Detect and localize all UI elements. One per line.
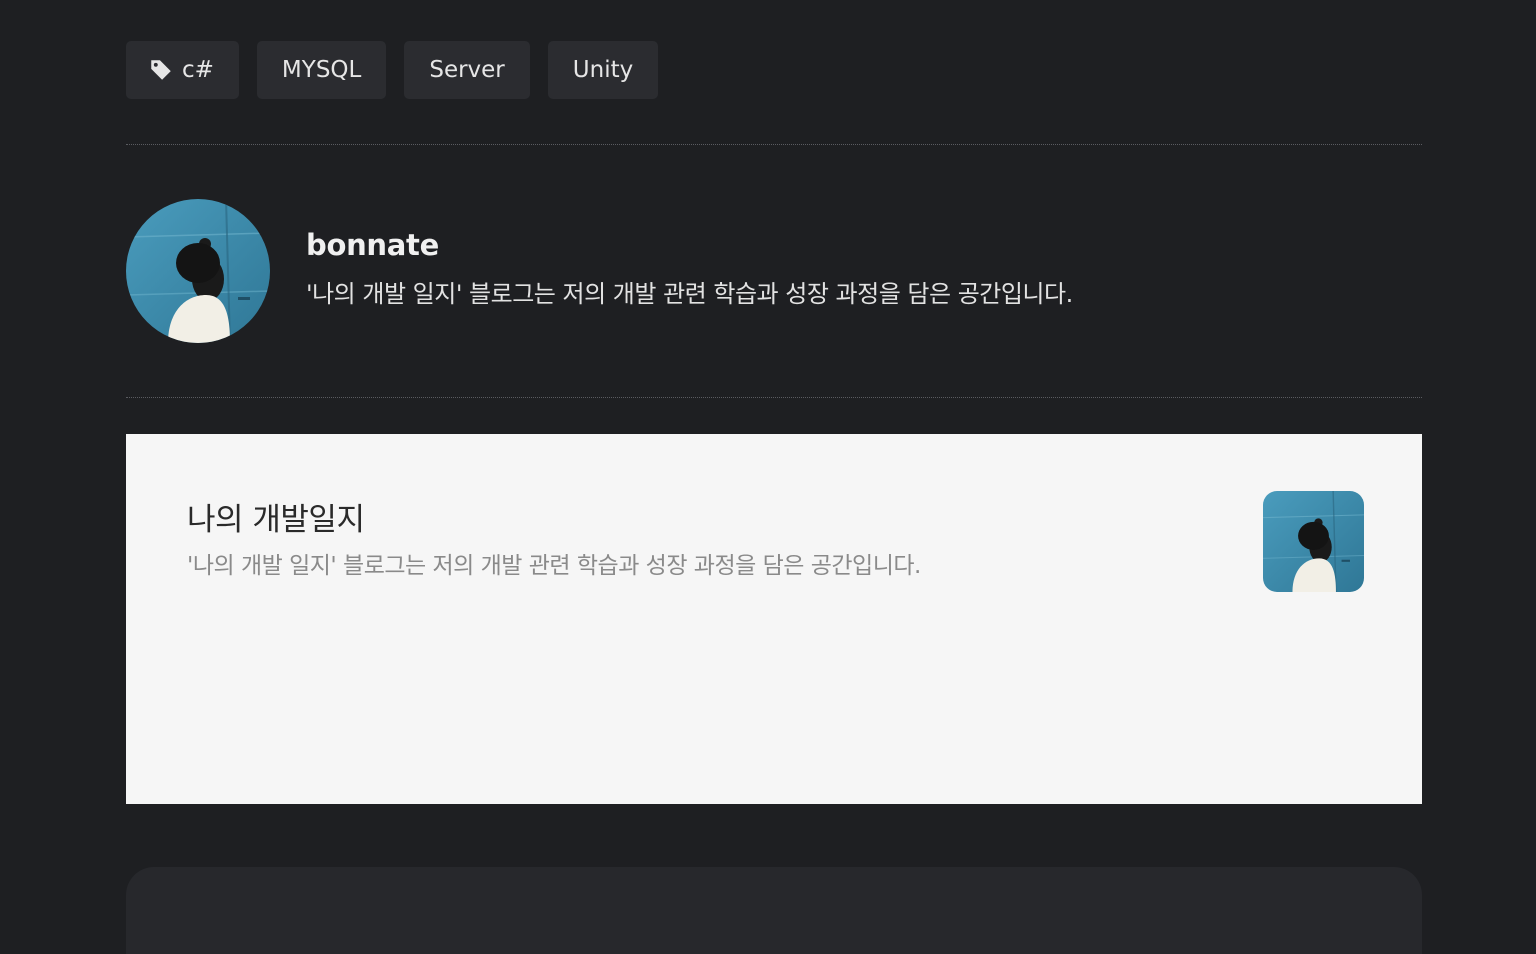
tag-list: c# MYSQL Server Unity bbox=[126, 41, 659, 99]
tag-server[interactable]: Server bbox=[404, 41, 530, 99]
tag-icon bbox=[148, 57, 174, 83]
author-description: '나의 개발 일지' 블로그는 저의 개발 관련 학습과 성장 과정을 담은 공… bbox=[306, 279, 1073, 308]
author-name[interactable]: bonnate bbox=[306, 228, 1073, 262]
avatar[interactable] bbox=[126, 199, 270, 343]
author-text: bonnate '나의 개발 일지' 블로그는 저의 개발 관련 학습과 성장 … bbox=[306, 228, 1073, 309]
blog-card-thumbnail bbox=[1263, 491, 1364, 592]
tag-label: Unity bbox=[572, 57, 634, 83]
tag-label: c# bbox=[182, 57, 214, 83]
divider-top bbox=[126, 144, 1422, 145]
tag-csharp[interactable]: c# bbox=[126, 41, 239, 99]
author-profile: bonnate '나의 개발 일지' 블로그는 저의 개발 관련 학습과 성장 … bbox=[126, 199, 1073, 343]
blog-link-card[interactable]: 나의 개발일지 '나의 개발 일지' 블로그는 저의 개발 관련 학습과 성장 … bbox=[126, 434, 1422, 804]
blog-card-title: 나의 개발일지 bbox=[187, 502, 365, 538]
divider-bottom bbox=[126, 397, 1422, 398]
bottom-panel bbox=[126, 867, 1422, 954]
tag-mysql[interactable]: MYSQL bbox=[256, 41, 387, 99]
tag-label: Server bbox=[429, 57, 505, 83]
tag-unity[interactable]: Unity bbox=[547, 41, 659, 99]
blog-card-description: '나의 개발 일지' 블로그는 저의 개발 관련 학습과 성장 과정을 담은 공… bbox=[187, 553, 921, 579]
tag-label: MYSQL bbox=[281, 57, 362, 83]
page: c# MYSQL Server Unity bonnate '나의 개발 일지'… bbox=[0, 0, 1536, 954]
